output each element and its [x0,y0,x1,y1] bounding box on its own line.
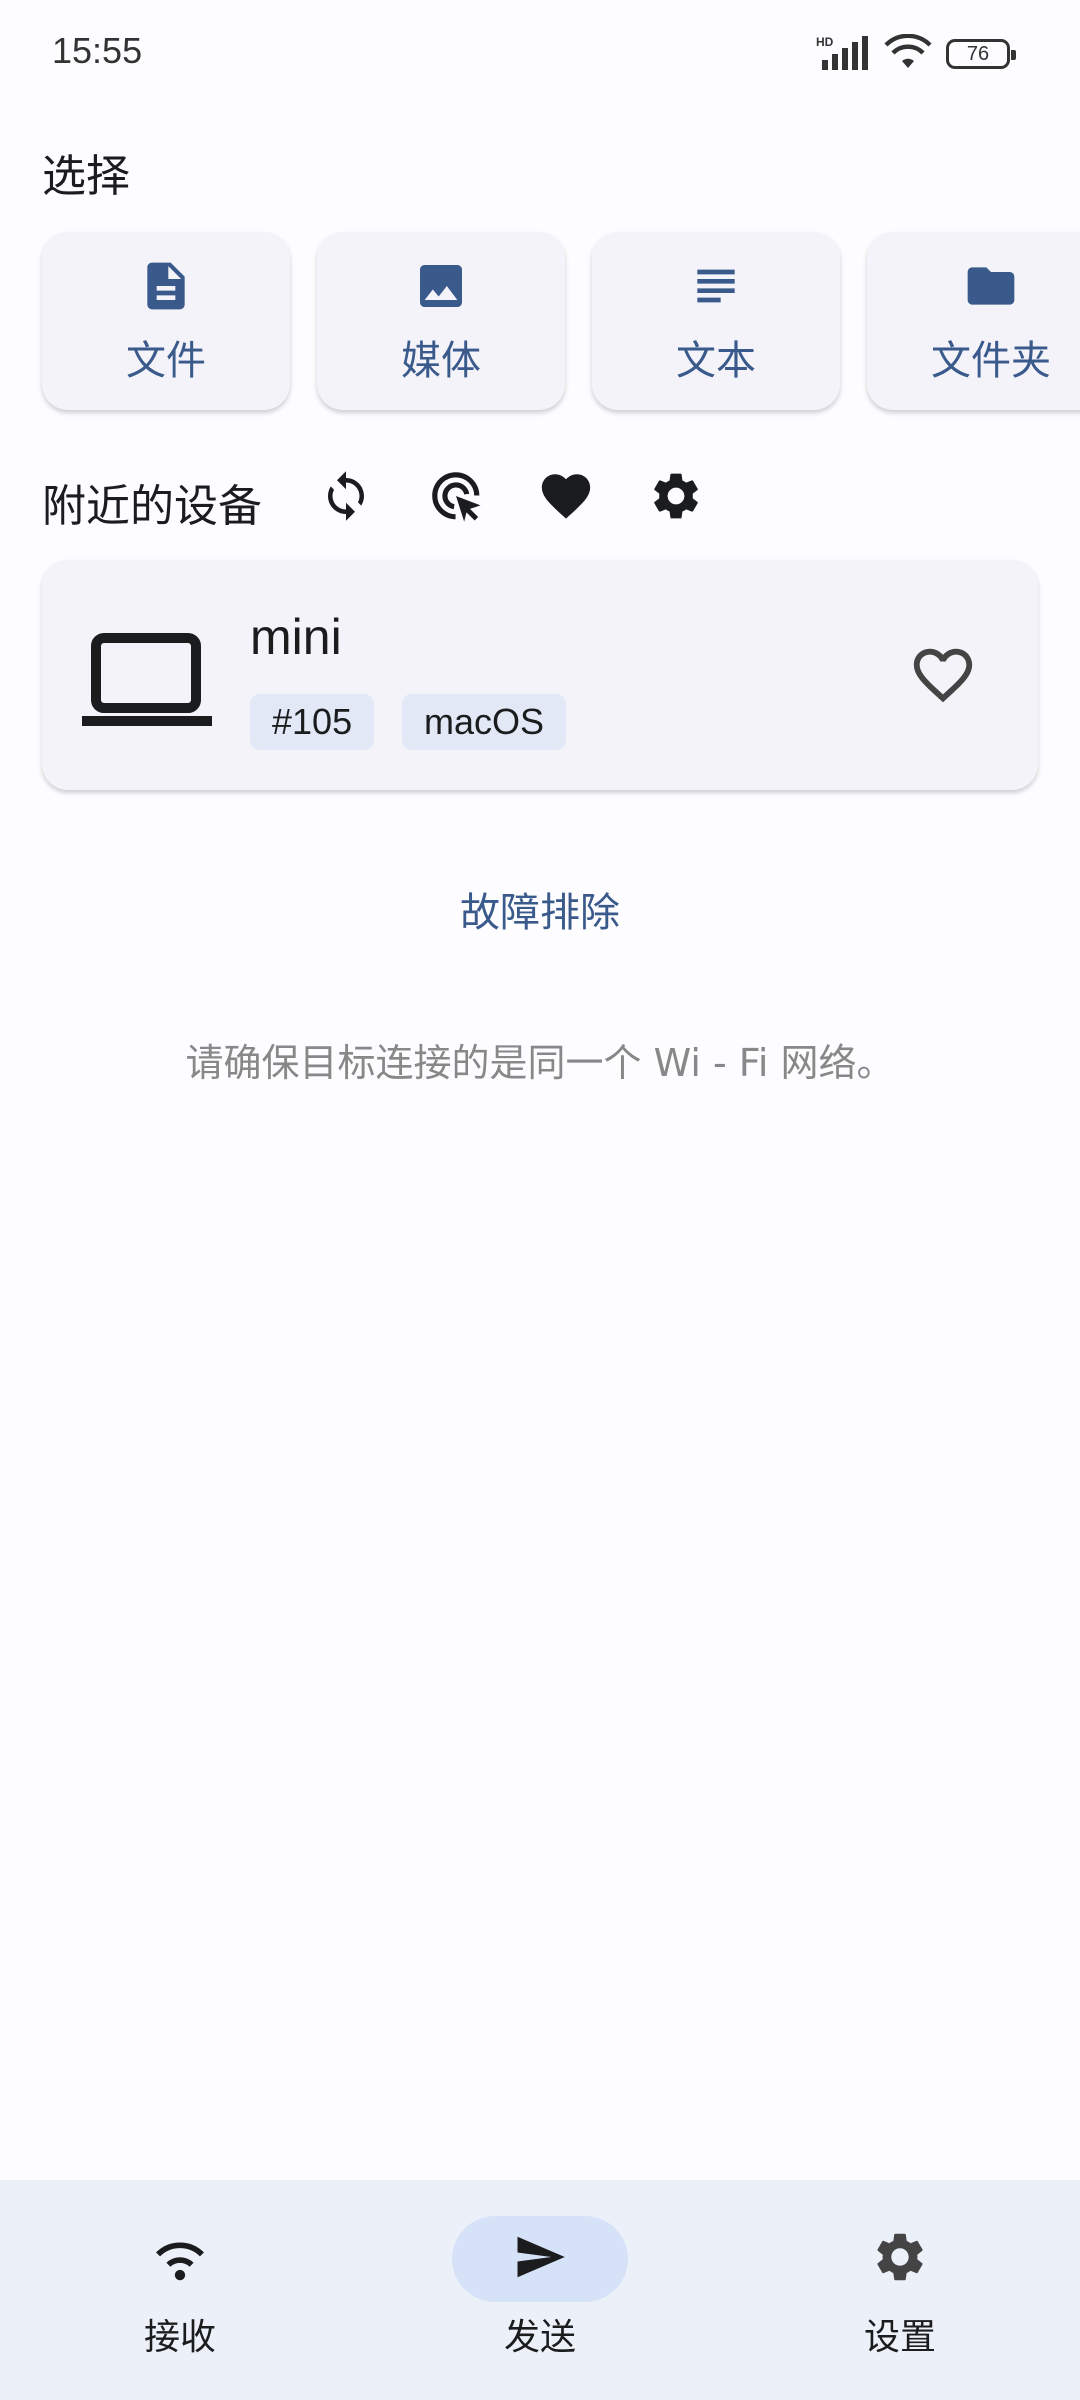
nearby-settings-button[interactable] [646,468,706,528]
nav-send-label: 发送 [503,2317,576,2358]
select-file-label: 文件 [126,338,206,384]
signal-icon: HD [816,34,870,74]
device-favorite-button[interactable] [908,640,978,710]
gear-icon [648,468,704,528]
svg-text:HD: HD [816,35,834,49]
status-bar: 15:55 HD 76 [0,0,1080,110]
heart-icon [537,467,595,529]
nav-settings-pill [812,2216,988,2302]
network-hint: 请确保目标连接的是同一个 Wi - Fi 网络。 [185,1041,895,1085]
select-file-button[interactable]: 文件 [42,232,290,410]
nearby-devices-title: 附近的设备 [42,481,262,532]
nav-settings[interactable]: 设置 [780,2216,1020,2376]
select-media-button[interactable]: 媒体 [317,232,565,410]
wifi-status-icon [884,33,932,74]
device-name: mini [250,609,342,665]
laptop-icon [82,630,212,730]
wifi-icon [149,2232,211,2286]
device-os-tag: macOS [402,694,567,750]
battery-icon: 76 [946,39,1016,69]
select-row: 文件 媒体 文本 文件夹 [42,232,1080,412]
text-icon [688,258,744,314]
select-folder-button[interactable]: 文件夹 [867,232,1080,410]
nav-receive-pill [92,2216,268,2302]
nav-send-pill [452,2216,628,2302]
favorites-button[interactable] [536,468,596,528]
target-click-icon [428,468,484,528]
bottom-nav: 接收 发送 设置 [0,2180,1080,2400]
select-folder-label: 文件夹 [931,338,1051,384]
send-icon [509,2230,571,2288]
select-text-button[interactable]: 文本 [592,232,840,410]
nav-receive[interactable]: 接收 [60,2216,300,2376]
gear-icon [871,2228,929,2290]
folder-icon [963,258,1019,314]
nav-receive-label: 接收 [143,2317,216,2358]
status-time: 15:55 [52,30,143,71]
manual-target-button[interactable] [426,468,486,528]
troubleshoot-link[interactable]: 故障排除 [0,880,1080,938]
device-id-tag: #105 [250,694,375,750]
image-icon [413,258,469,314]
nav-send[interactable]: 发送 [420,2216,660,2376]
select-title: 选择 [42,151,130,202]
status-icons: HD 76 [816,33,1016,74]
nav-settings-label: 设置 [863,2317,936,2358]
file-icon [138,258,194,314]
heart-outline-icon [908,648,978,714]
refresh-icon [319,469,373,527]
select-text-label: 文本 [676,338,756,384]
select-media-label: 媒体 [401,338,481,384]
battery-level: 76 [966,42,990,65]
device-card[interactable]: mini #105 macOS [42,560,1038,790]
refresh-button[interactable] [316,468,376,528]
